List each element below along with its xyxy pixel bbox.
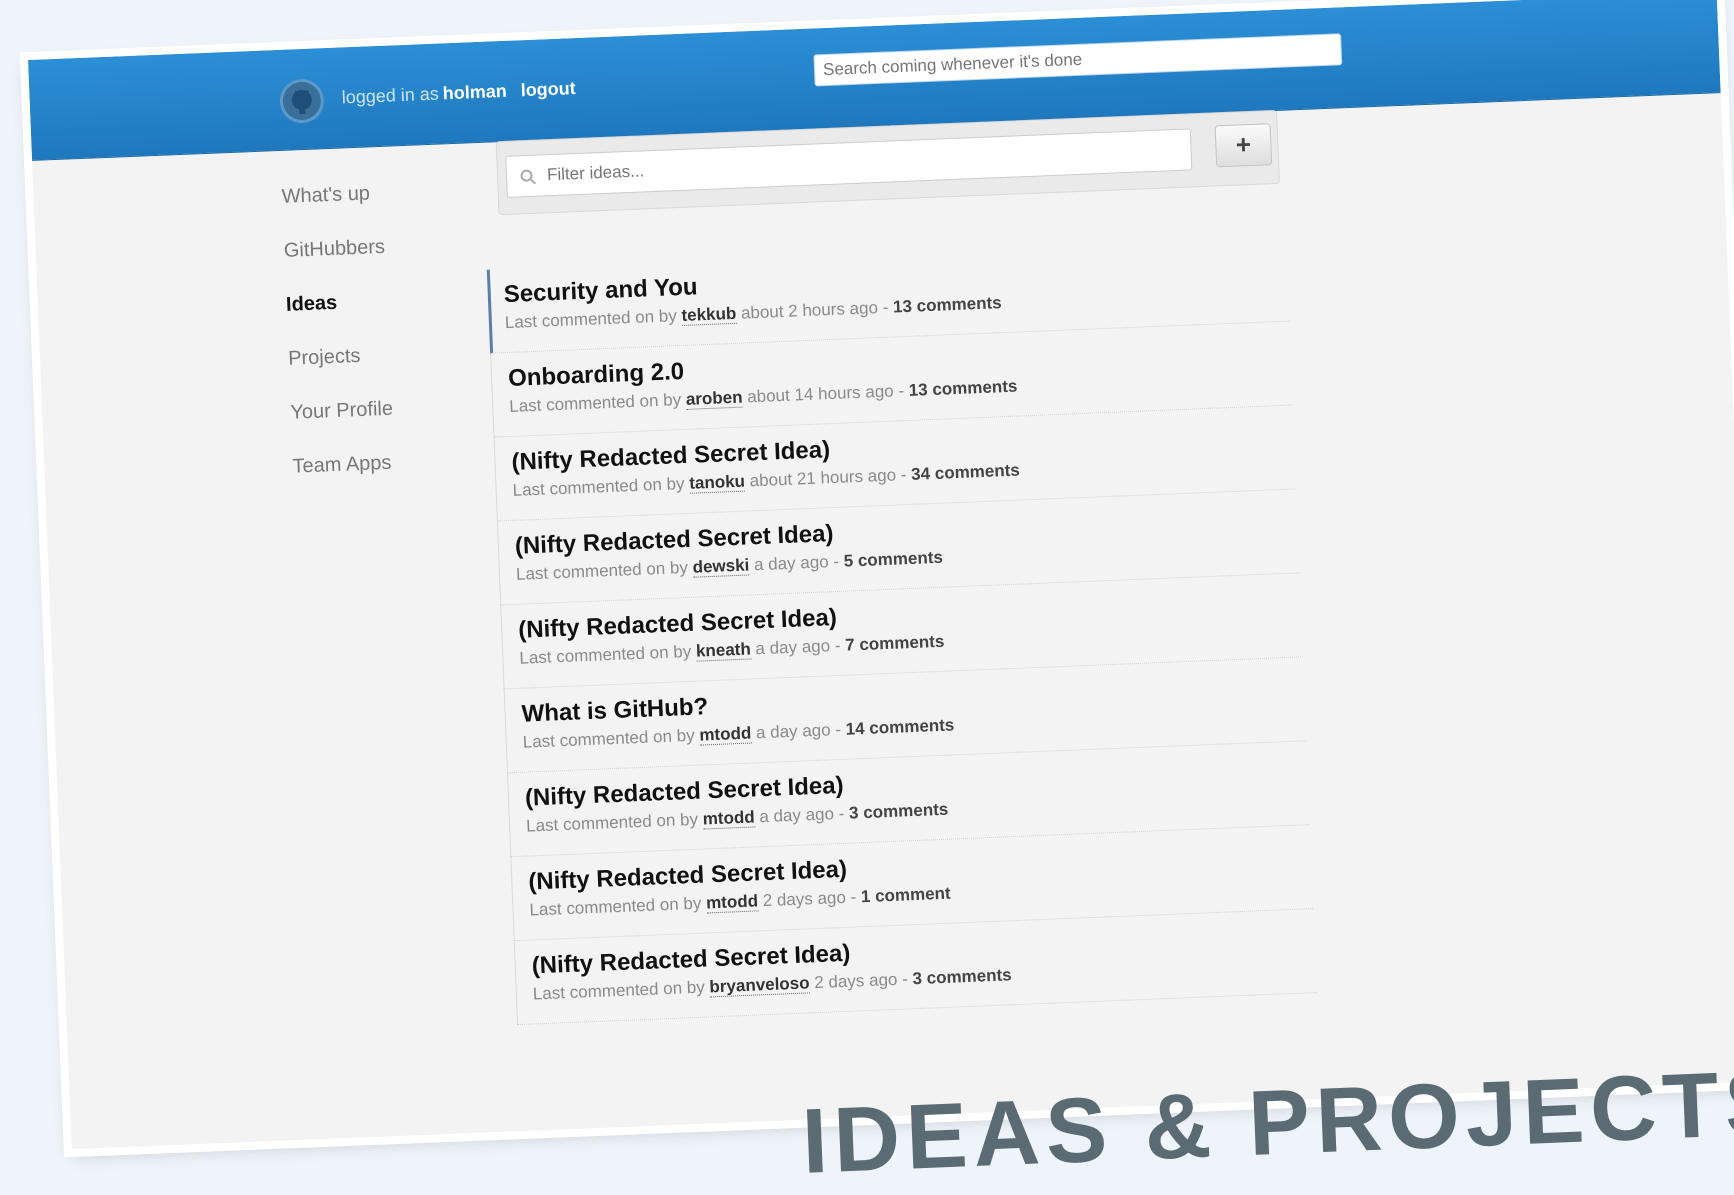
idea-author-link[interactable]: mtodd <box>705 891 759 914</box>
logged-in-label: logged in as <box>341 83 440 108</box>
sidebar-item-ideas[interactable]: Ideas <box>285 270 487 332</box>
idea-meta-prefix: Last commented on by <box>529 893 702 920</box>
login-status: logged in as holman logout <box>341 78 576 108</box>
octocat-logo-icon[interactable] <box>279 78 325 124</box>
sidebar-item-githubbers[interactable]: GitHubbers <box>283 216 485 278</box>
idea-meta-prefix: Last commented on by <box>504 306 678 333</box>
sidebar-nav: What's up GitHubbers Ideas Projects Your… <box>281 162 494 494</box>
sidebar-item-your-profile[interactable]: Your Profile <box>289 378 491 440</box>
app-window: logged in asholman logout What's up GitHu… <box>28 0 1734 1150</box>
idea-meta-prefix: Last commented on by <box>532 977 706 1004</box>
logout-link[interactable]: logout <box>520 78 576 100</box>
idea-time: about 2 hours ago - <box>740 297 889 323</box>
idea-meta-prefix: Last commented on by <box>519 641 692 668</box>
idea-time: a day ago - <box>753 551 840 575</box>
idea-comment-count: 3 comments <box>848 799 949 823</box>
idea-comment-count: 13 comments <box>892 293 1003 317</box>
idea-time: a day ago - <box>755 719 842 743</box>
octocat-glyph-icon <box>291 89 312 115</box>
idea-comment-count: 14 comments <box>845 715 955 739</box>
global-search-input[interactable] <box>813 33 1343 87</box>
screenshot-stage: logged in asholman logout What's up GitHu… <box>0 0 1734 1193</box>
idea-meta-prefix: Last commented on by <box>522 725 696 752</box>
idea-time: about 21 hours ago - <box>749 465 907 491</box>
idea-comment-count: 13 comments <box>908 376 1018 400</box>
idea-author-link[interactable]: aroben <box>685 387 743 410</box>
idea-author-link[interactable]: bryanveloso <box>709 973 810 998</box>
idea-comment-count: 3 comments <box>912 965 1012 989</box>
sidebar-item-team-apps[interactable]: Team Apps <box>291 432 493 494</box>
idea-comment-count: 34 comments <box>910 460 1021 484</box>
idea-meta-prefix: Last commented on by <box>515 557 689 584</box>
idea-comment-count: 7 comments <box>844 631 945 655</box>
sidebar-item-whats-up[interactable]: What's up <box>281 162 483 224</box>
filter-ideas-input[interactable] <box>505 128 1193 198</box>
search-icon <box>520 169 537 185</box>
idea-meta-prefix: Last commented on by <box>512 474 685 500</box>
idea-author-link[interactable]: tanoku <box>688 471 746 494</box>
idea-author-link[interactable]: mtodd <box>702 807 756 830</box>
idea-comment-count: 1 comment <box>860 883 951 907</box>
idea-time: a day ago - <box>755 635 841 659</box>
idea-meta-prefix: Last commented on by <box>508 390 682 416</box>
username-link[interactable]: holman <box>442 81 507 104</box>
idea-author-link[interactable]: tekkub <box>681 303 737 326</box>
idea-time: a day ago - <box>758 803 845 827</box>
idea-comment-count: 5 comments <box>843 547 944 571</box>
idea-time: 2 days ago - <box>813 969 909 993</box>
sidebar-item-projects[interactable]: Projects <box>287 324 489 386</box>
add-idea-button[interactable]: + <box>1214 123 1273 168</box>
idea-author-link[interactable]: dewski <box>692 555 750 578</box>
idea-meta-prefix: Last commented on by <box>525 809 699 836</box>
idea-author-link[interactable]: mtodd <box>698 723 752 746</box>
idea-time: about 14 hours ago - <box>746 381 905 407</box>
idea-author-link[interactable]: kneath <box>695 639 752 662</box>
ideas-list: Security and You Last commented on by te… <box>486 237 1317 1026</box>
idea-time: 2 days ago - <box>762 887 857 911</box>
